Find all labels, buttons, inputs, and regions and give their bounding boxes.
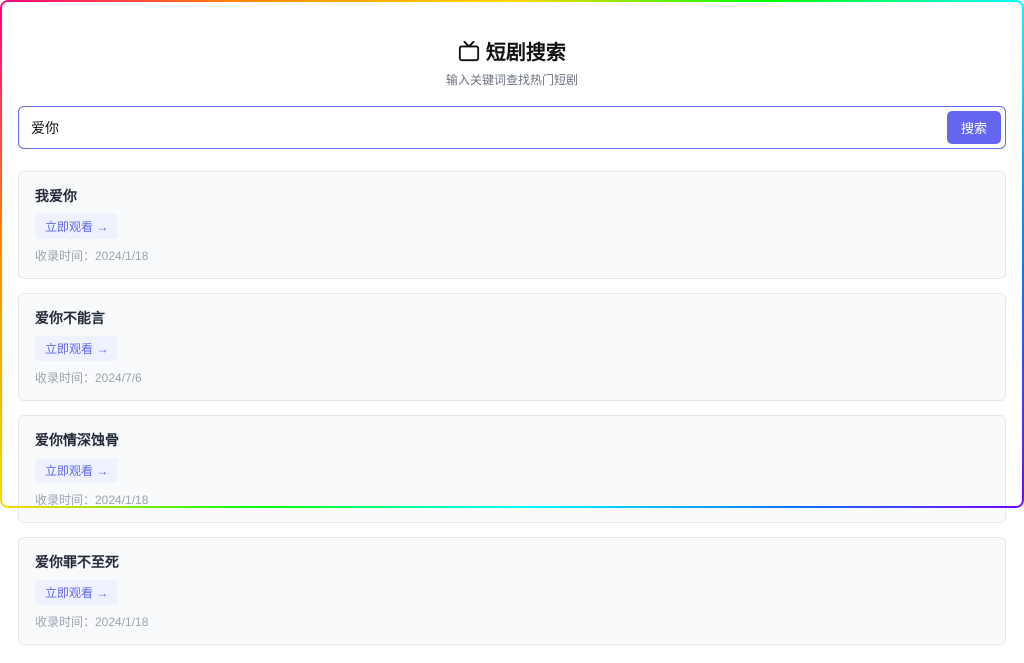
- watch-button[interactable]: 立即观看 →: [35, 458, 118, 483]
- search-input[interactable]: [31, 120, 947, 136]
- result-card: 我爱你立即观看 → 收录时间：2024/1/18: [18, 171, 1006, 279]
- result-card: 爱你情深蚀骨立即观看 → 收录时间：2024/1/18: [18, 415, 1006, 523]
- result-date: 收录时间：2024/1/18: [35, 491, 989, 508]
- result-date: 收录时间：2024/7/6: [35, 369, 989, 386]
- page-title: 短剧搜索: [486, 36, 566, 65]
- search-button[interactable]: 搜索: [947, 111, 1001, 144]
- result-date: 收录时间：2024/1/18: [35, 613, 989, 630]
- page-header: 短剧搜索 输入关键词查找热门短剧: [18, 36, 1006, 88]
- watch-button[interactable]: 立即观看 →: [35, 580, 118, 605]
- result-title: 我爱你: [35, 186, 989, 206]
- tv-icon: [458, 40, 480, 62]
- result-card: 爱你不能言立即观看 → 收录时间：2024/7/6: [18, 293, 1006, 401]
- watch-button[interactable]: 立即观看 →: [35, 214, 118, 239]
- page-subtitle: 输入关键词查找热门短剧: [18, 71, 1006, 88]
- watch-button[interactable]: 立即观看 →: [35, 336, 118, 361]
- search-bar: 搜索: [18, 106, 1006, 149]
- result-title: 爱你罪不至死: [35, 552, 989, 572]
- result-title: 爱你不能言: [35, 308, 989, 328]
- results-list: 我爱你立即观看 →收录时间：2024/1/18爱你不能言立即观看 →收录时间：2…: [18, 171, 1006, 645]
- result-date: 收录时间：2024/1/18: [35, 247, 989, 264]
- result-card: 爱你罪不至死立即观看 → 收录时间：2024/1/18: [18, 537, 1006, 645]
- result-title: 爱你情深蚀骨: [35, 430, 989, 450]
